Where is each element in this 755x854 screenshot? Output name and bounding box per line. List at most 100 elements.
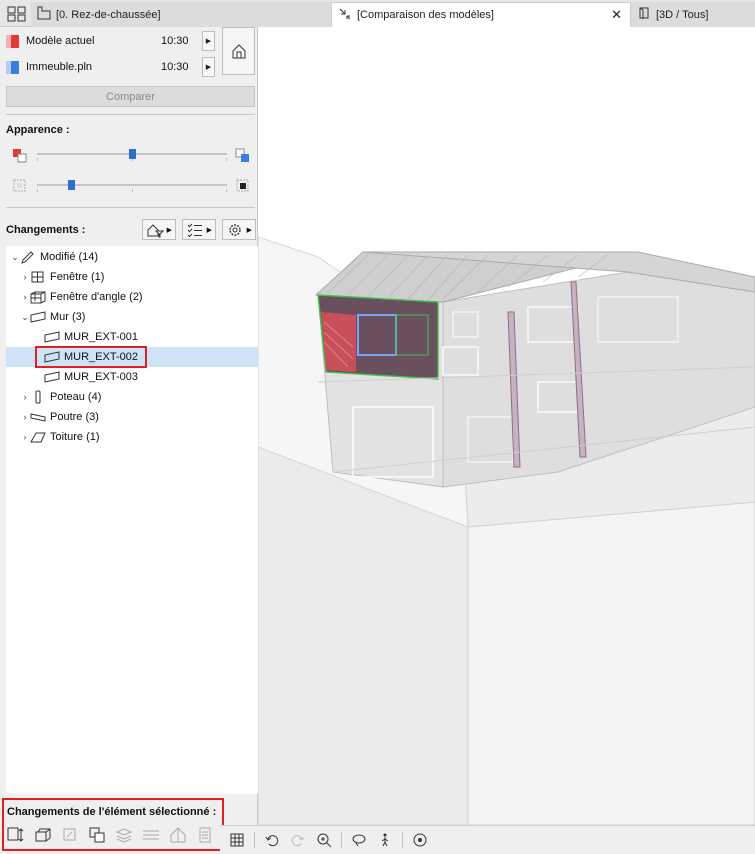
close-icon[interactable]: ✕ [611,7,622,23]
model-grid-icon[interactable] [228,831,246,849]
tab-floor-plan[interactable]: [0. Rez-de-chaussée] [31,2,331,27]
appearance-slider-1-thumb[interactable] [129,149,136,159]
toolbar-separator [341,832,342,848]
orbit-icon[interactable] [350,831,368,849]
selected-item-highlight [35,346,147,368]
3d-view-icon [637,6,651,23]
changes-title: Changements : [6,224,86,236]
tree-item-roof[interactable]: › Toiture (1) [6,427,258,447]
chevron-right-icon[interactable]: › [20,412,30,422]
profile-icon [169,826,187,844]
wall-icon [44,330,60,344]
column-icon [30,390,46,404]
undo-icon[interactable] [263,831,281,849]
other-model-swatch [6,60,19,74]
tab-3d-view[interactable]: [3D / Tous] [631,2,755,27]
copy-element-icon[interactable] [88,826,106,844]
appearance-title: Apparence : [6,124,70,136]
swap-models-button[interactable] [222,27,255,75]
compare-button[interactable]: Comparer [6,86,255,107]
element-select-icon[interactable] [7,826,25,844]
panel-layout-icon[interactable] [7,6,27,22]
red-overlay-icon [12,148,28,167]
tab-model-comparison[interactable]: [Comparaison des modèles] ✕ [331,2,631,27]
roof-icon [30,430,46,444]
model-row-current[interactable]: Modèle actuel 10:30 ▶ [6,30,216,52]
selected-changes-title: Changements de l'élément sélectionné : [7,806,217,818]
selected-changes-toolbar [7,826,214,844]
tree-item-wall[interactable]: ⌄ Mur (3) [6,307,258,327]
building-3d-render [258,236,755,825]
corner-window-icon [30,290,46,304]
appearance-slider-2-thumb[interactable] [68,180,75,190]
window-icon [30,270,46,284]
dropdown-arrow-icon: ▶ [206,226,212,234]
tree-item-label: Poutre (3) [50,411,99,423]
current-model-swatch [6,34,19,48]
compare-arrows-icon [338,7,352,24]
model-row-other[interactable]: Immeuble.pln 10:30 ▶ [6,56,216,78]
tab-label: [3D / Tous] [656,8,709,21]
tree-item-mur-ext-001[interactable]: MUR_EXT-001 [6,327,258,347]
model-3d-view[interactable] [258,27,755,825]
changes-tree: ⌄ Modifié (14) › Fenêtre (1) › Fenêtre d… [6,246,258,794]
slider-tick [37,189,38,192]
pencil-icon [20,250,36,264]
tree-item-label: Toiture (1) [50,431,100,443]
wall-icon [44,370,60,384]
slider-tick [226,189,227,192]
dropdown-arrow-icon: ▶ [246,226,252,234]
tree-item-corner-window[interactable]: › Fenêtre d'angle (2) [6,287,258,307]
house-swap-icon [232,44,245,59]
settings-button[interactable]: ▶ [222,219,256,240]
tree-item-label: MUR_EXT-001 [64,331,138,343]
tab-bar: [0. Rez-de-chaussée] [Comparaison des mo… [0,0,755,27]
geometry-icon [61,826,79,844]
chevron-right-icon[interactable]: › [20,292,30,302]
chevron-down-icon[interactable]: ⌄ [10,252,20,263]
tree-item-mur-ext-003[interactable]: MUR_EXT-003 [6,367,258,387]
wall-icon [30,310,46,324]
chevron-right-icon[interactable]: › [20,432,30,442]
current-model-label: Modèle actuel [26,35,95,47]
current-model-menu-button[interactable]: ▶ [202,31,215,51]
view-toolbar [220,825,755,854]
tree-item-column[interactable]: › Poteau (4) [6,387,258,407]
tree-item-label: Fenêtre d'angle (2) [50,291,143,303]
toolbar-separator [402,832,403,848]
slider-tick [226,158,227,161]
beam-icon [30,410,46,424]
appearance-slider-2[interactable] [37,184,227,186]
walk-icon[interactable] [376,831,394,849]
zoom-in-icon[interactable] [315,831,333,849]
toolbar-separator [254,832,255,848]
checklist-icon [187,223,202,237]
layers-icon [115,826,133,844]
filter-button[interactable]: ▶ [142,219,176,240]
slider-tick [132,189,133,192]
gear-icon [229,223,241,236]
chevron-right-icon[interactable]: › [20,392,30,402]
other-model-menu-button[interactable]: ▶ [202,57,215,77]
explore-icon[interactable] [411,831,429,849]
tree-item-label: Poteau (4) [50,391,102,403]
comparison-panel: Modèle actuel 10:30 ▶ Immeuble.pln 10:30… [0,27,258,854]
divider [6,114,255,115]
tab-label: [0. Rez-de-chaussée] [56,8,161,21]
chevron-down-icon[interactable]: ⌄ [20,312,30,323]
slider-tick [37,158,38,161]
chevron-right-icon[interactable]: › [20,272,30,282]
tree-item-label: MUR_EXT-003 [64,371,138,383]
tree-item-beam[interactable]: › Poutre (3) [6,407,258,427]
tree-item-modified[interactable]: ⌄ Modifié (14) [6,247,258,267]
stack-icon[interactable] [34,826,52,844]
other-model-label: Immeuble.pln [26,61,93,73]
tree-item-label: Mur (3) [50,311,86,323]
floor-plan-icon [37,6,51,23]
tree-item-window[interactable]: › Fenêtre (1) [6,267,258,287]
divider [6,207,255,208]
redo-icon [289,831,307,849]
other-model-time: 10:30 [161,61,189,73]
list-options-button[interactable]: ▶ [182,219,216,240]
dark-square-icon [235,178,251,197]
